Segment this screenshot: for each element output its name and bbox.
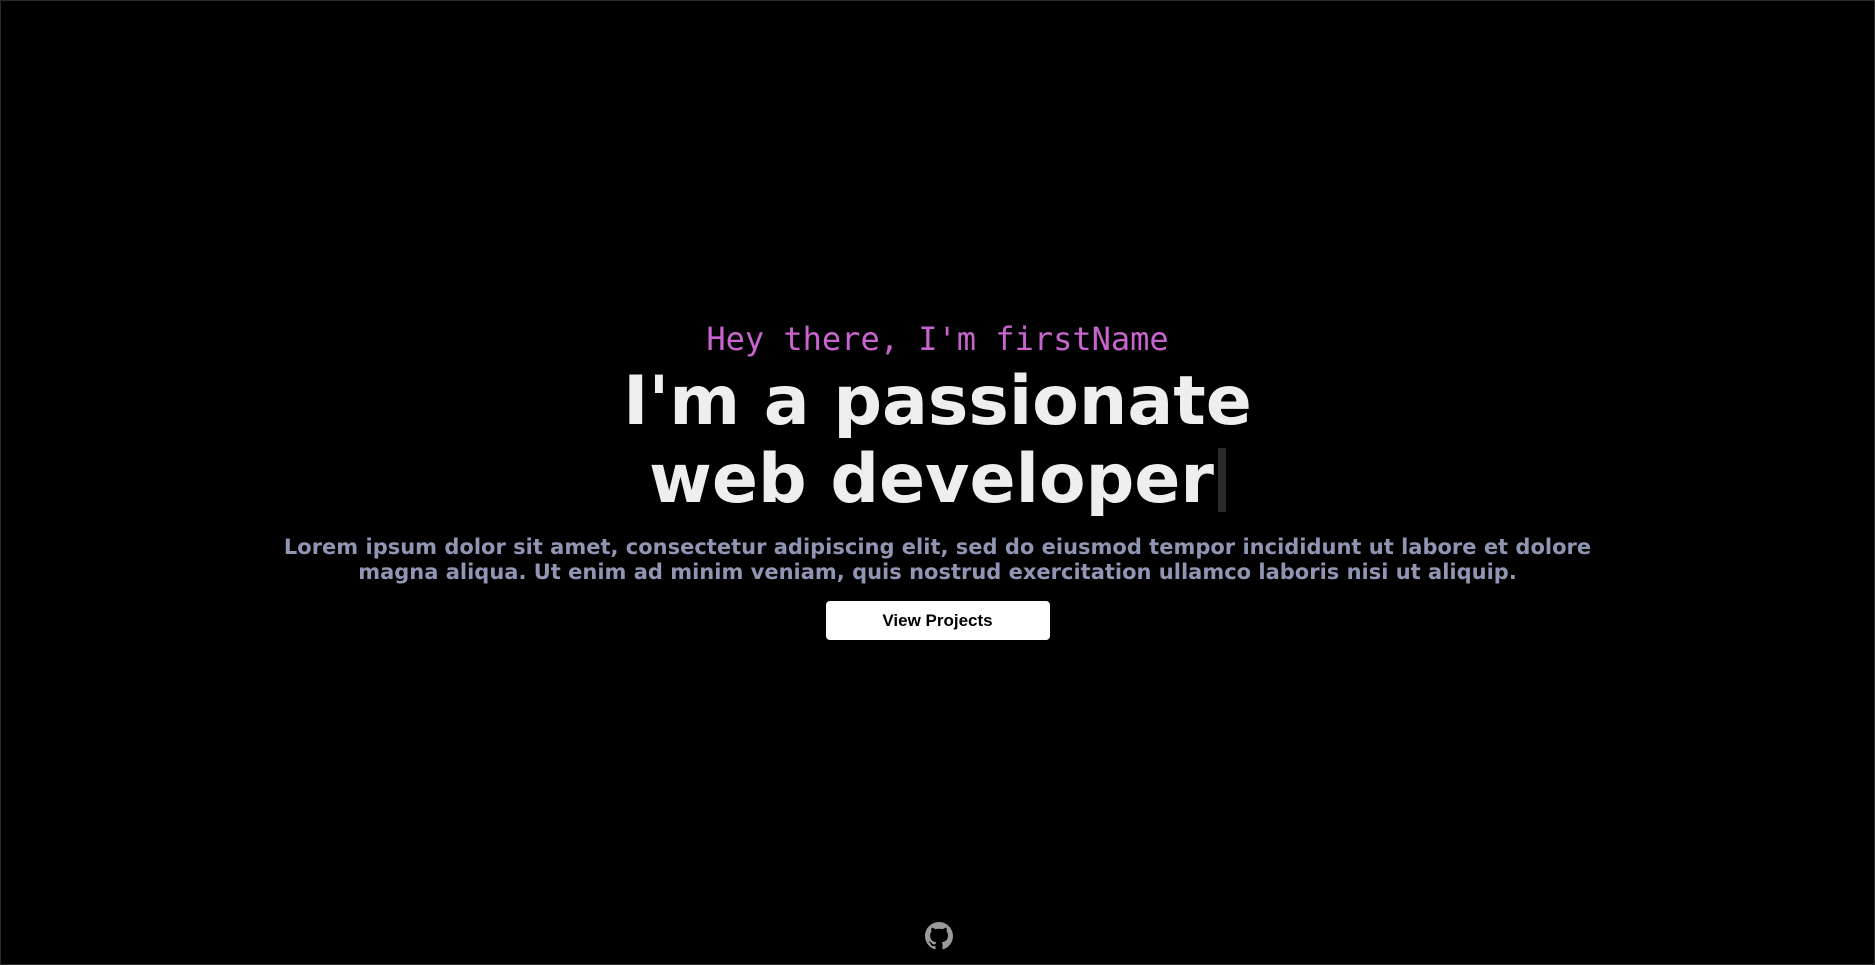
headline: I'm a passionate web developer	[623, 363, 1252, 519]
description-text: Lorem ipsum dolor sit amet, consectetur …	[283, 535, 1592, 584]
headline-line-2: web developer	[649, 440, 1214, 519]
headline-line-1: I'm a passionate	[623, 362, 1252, 441]
hero-section: Hey there, I'm firstName I'm a passionat…	[1, 319, 1874, 640]
github-icon[interactable]	[925, 922, 953, 950]
headline-line-2-wrap: web developer	[623, 441, 1252, 519]
github-icon-graphic	[925, 922, 953, 950]
typing-cursor	[1217, 448, 1226, 512]
view-projects-button[interactable]: View Projects	[825, 601, 1050, 640]
page: Hey there, I'm firstName I'm a passionat…	[0, 0, 1875, 965]
greeting-text: Hey there, I'm firstName	[706, 320, 1169, 358]
